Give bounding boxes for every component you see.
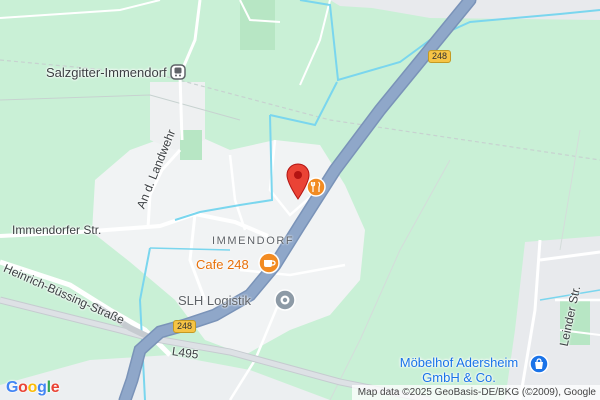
street-label-immendorfer: Immendorfer Str.	[12, 223, 102, 237]
business-icon[interactable]	[274, 289, 296, 311]
poi-label-logistik[interactable]: SLH Logistik	[178, 294, 251, 307]
poi-label-cafe[interactable]: Cafe 248	[196, 258, 249, 271]
location-pin-icon[interactable]	[286, 163, 310, 201]
cafe-icon[interactable]	[258, 252, 280, 274]
road-shield-248: 248	[173, 320, 197, 333]
map-canvas[interactable]: 248 248 Salzgitter-Immendorf Immendorfer…	[0, 0, 600, 400]
poi-label-moebelhof[interactable]: Möbelhof Adersheim GmbH & Co.	[390, 355, 528, 385]
district-label: IMMENDORF	[212, 235, 295, 247]
train-station-icon[interactable]	[170, 64, 186, 80]
street-label-l495: L495	[171, 344, 200, 362]
poi-label-moebelhof-line2: GmbH & Co.	[422, 370, 496, 385]
town-label[interactable]: Salzgitter-Immendorf	[46, 66, 167, 79]
poi-label-moebelhof-line1: Möbelhof Adersheim	[399, 355, 519, 370]
shopping-icon[interactable]	[529, 354, 549, 374]
map-attribution[interactable]: Map data ©2025 GeoBasis-DE/BKG (©2009), …	[351, 385, 600, 400]
google-logo[interactable]: Google	[6, 379, 60, 397]
google-logo-text: Google	[6, 379, 60, 396]
road-shield-248: 248	[428, 50, 452, 63]
